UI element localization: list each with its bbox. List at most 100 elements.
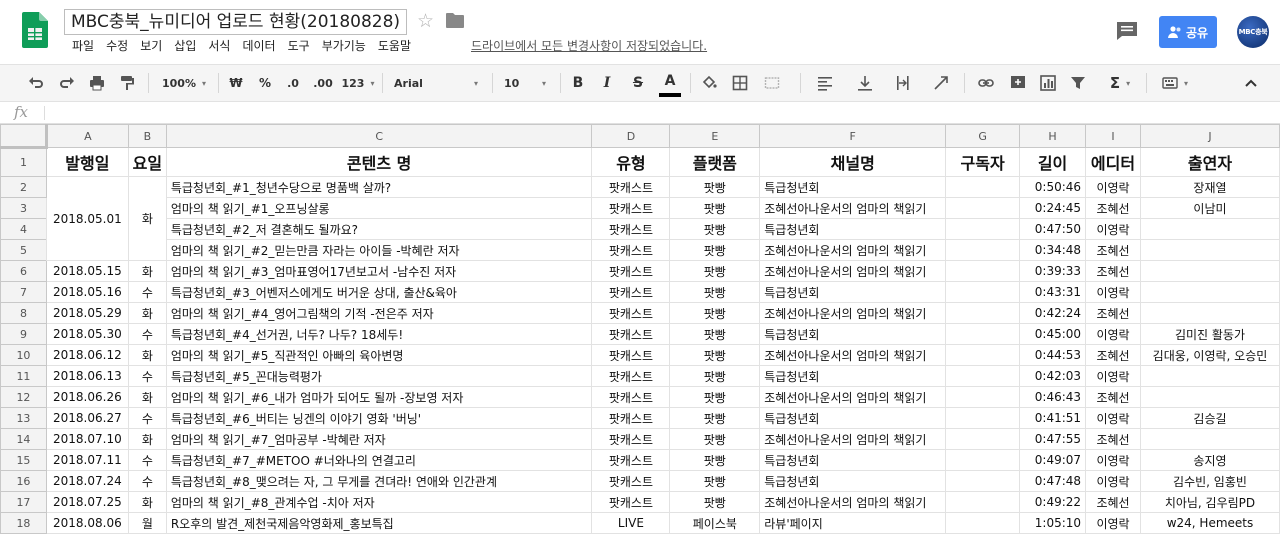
editor-cell[interactable]: 조혜선 bbox=[1085, 491, 1141, 513]
day-cell[interactable]: 화 bbox=[127, 260, 167, 282]
platform-cell[interactable]: 팟빵 bbox=[669, 302, 761, 324]
type-cell[interactable]: 팟캐스트 bbox=[591, 344, 671, 366]
editor-cell[interactable]: 이영락 bbox=[1085, 470, 1141, 492]
header-cell-channel[interactable]: 채널명 bbox=[759, 147, 947, 177]
type-cell[interactable]: 팟캐스트 bbox=[591, 239, 671, 261]
subscribers-cell[interactable] bbox=[945, 218, 1021, 240]
channel-cell[interactable]: 조혜선아나운서의 엄마의 책읽기 bbox=[759, 491, 947, 513]
row-header[interactable]: 12 bbox=[0, 386, 47, 408]
decrease-decimal-button[interactable]: .0 bbox=[282, 65, 304, 101]
type-cell[interactable]: 팟캐스트 bbox=[591, 365, 671, 387]
cast-cell[interactable]: 김수빈, 임홍빈 bbox=[1139, 470, 1280, 492]
date-cell[interactable]: 2018.07.10 bbox=[45, 428, 129, 450]
day-cell[interactable]: 화 bbox=[127, 491, 167, 513]
header-cell-title[interactable]: 콘텐츠 명 bbox=[165, 147, 593, 177]
title-cell[interactable]: R오후의 발견_제천국제음악영화제_홍보특집 bbox=[165, 512, 593, 534]
platform-cell[interactable]: 팟빵 bbox=[669, 491, 761, 513]
day-cell[interactable]: 수 bbox=[127, 323, 167, 345]
menu-edit[interactable]: 수정 bbox=[100, 38, 134, 56]
subscribers-cell[interactable] bbox=[945, 323, 1021, 345]
document-title[interactable]: MBC충북_뉴미디어 업로드 현황(20180828) bbox=[64, 9, 408, 35]
type-cell[interactable]: 팟캐스트 bbox=[591, 407, 671, 429]
spreadsheet-grid[interactable]: A B C D E F G H I J 1 발행일 요일 콘텐츠 명 유형 플랫… bbox=[0, 124, 1280, 539]
merged-date-cell[interactable]: 2018.05.01 bbox=[45, 176, 129, 261]
editor-cell[interactable]: 이영락 bbox=[1085, 281, 1141, 303]
editor-cell[interactable]: 조혜선 bbox=[1085, 344, 1141, 366]
channel-cell[interactable]: 특급청년회 bbox=[759, 407, 947, 429]
channel-cell[interactable]: 조혜선아나운서의 엄마의 책읽기 bbox=[759, 386, 947, 408]
text-color-button[interactable]: A bbox=[659, 69, 681, 97]
date-cell[interactable]: 2018.06.27 bbox=[45, 407, 129, 429]
row-header[interactable]: 6 bbox=[0, 260, 47, 282]
menu-tools[interactable]: 도구 bbox=[282, 38, 316, 56]
platform-cell[interactable]: 팟빵 bbox=[669, 407, 761, 429]
editor-cell[interactable]: 이영락 bbox=[1085, 449, 1141, 471]
row-header[interactable]: 10 bbox=[0, 344, 47, 366]
menu-insert[interactable]: 삽입 bbox=[168, 38, 202, 56]
date-cell[interactable]: 2018.07.25 bbox=[45, 491, 129, 513]
menu-file[interactable]: 파일 bbox=[66, 38, 100, 56]
subscribers-cell[interactable] bbox=[945, 302, 1021, 324]
cast-cell[interactable]: 김대웅, 이영락, 오승민 bbox=[1139, 344, 1280, 366]
type-cell[interactable]: 팟캐스트 bbox=[591, 260, 671, 282]
title-cell[interactable]: 엄마의 책 읽기_#6_내가 엄마가 되어도 될까 -장보영 저자 bbox=[165, 386, 593, 408]
header-cell-length[interactable]: 길이 bbox=[1019, 147, 1087, 177]
column-header-j[interactable]: J bbox=[1139, 124, 1280, 148]
strikethrough-button[interactable]: S bbox=[628, 65, 648, 101]
platform-cell[interactable]: 팟빵 bbox=[669, 386, 761, 408]
header-cell-editor[interactable]: 에디터 bbox=[1085, 147, 1141, 177]
print-icon[interactable] bbox=[84, 65, 110, 101]
type-cell[interactable]: 팟캐스트 bbox=[591, 281, 671, 303]
borders-icon[interactable] bbox=[728, 65, 752, 101]
cast-cell[interactable]: 장재열 bbox=[1139, 176, 1280, 198]
subscribers-cell[interactable] bbox=[945, 260, 1021, 282]
editor-cell[interactable]: 이영락 bbox=[1085, 365, 1141, 387]
subscribers-cell[interactable] bbox=[945, 176, 1021, 198]
type-cell[interactable]: 팟캐스트 bbox=[591, 302, 671, 324]
length-cell[interactable]: 0:44:53 bbox=[1019, 344, 1087, 366]
day-cell[interactable]: 월 bbox=[127, 512, 167, 534]
length-cell[interactable]: 1:05:10 bbox=[1019, 512, 1087, 534]
cast-cell[interactable]: 김승길 bbox=[1139, 407, 1280, 429]
text-rotation-icon[interactable] bbox=[924, 65, 958, 101]
channel-cell[interactable]: 조혜선아나운서의 엄마의 책읽기 bbox=[759, 344, 947, 366]
undo-icon[interactable] bbox=[24, 65, 50, 101]
length-cell[interactable]: 0:24:45 bbox=[1019, 197, 1087, 219]
insert-link-icon[interactable] bbox=[974, 65, 998, 101]
column-header-e[interactable]: E bbox=[669, 124, 761, 148]
star-icon[interactable]: ☆ bbox=[417, 11, 434, 31]
column-header-g[interactable]: G bbox=[945, 124, 1021, 148]
platform-cell[interactable]: 팟빵 bbox=[669, 239, 761, 261]
horizontal-align-icon[interactable] bbox=[808, 65, 842, 101]
cast-cell[interactable] bbox=[1139, 260, 1280, 282]
channel-cell[interactable]: 라뷰'페이지 bbox=[759, 512, 947, 534]
length-cell[interactable]: 0:43:31 bbox=[1019, 281, 1087, 303]
cast-cell[interactable]: w24, Hemeets bbox=[1139, 512, 1280, 534]
title-cell[interactable]: 특급청년회_#3_어벤저스에게도 버거운 상대, 출산&육아 bbox=[165, 281, 593, 303]
channel-cell[interactable]: 조혜선아나운서의 엄마의 책읽기 bbox=[759, 260, 947, 282]
paint-format-icon[interactable] bbox=[114, 65, 140, 101]
date-cell[interactable]: 2018.05.29 bbox=[45, 302, 129, 324]
subscribers-cell[interactable] bbox=[945, 386, 1021, 408]
header-cell-subscribers[interactable]: 구독자 bbox=[945, 147, 1021, 177]
title-cell[interactable]: 특급청년회_#5_꼰대능력평가 bbox=[165, 365, 593, 387]
editor-cell[interactable]: 조혜선 bbox=[1085, 386, 1141, 408]
platform-cell[interactable]: 팟빵 bbox=[669, 176, 761, 198]
column-header-h[interactable]: H bbox=[1019, 124, 1087, 148]
length-cell[interactable]: 0:46:43 bbox=[1019, 386, 1087, 408]
editor-cell[interactable]: 조혜선 bbox=[1085, 428, 1141, 450]
length-cell[interactable]: 0:34:48 bbox=[1019, 239, 1087, 261]
zoom-select[interactable]: 100% bbox=[156, 65, 212, 101]
header-cell-cast[interactable]: 출연자 bbox=[1139, 147, 1280, 177]
date-cell[interactable]: 2018.07.24 bbox=[45, 470, 129, 492]
channel-cell[interactable]: 특급청년회 bbox=[759, 218, 947, 240]
increase-decimal-button[interactable]: .00 bbox=[310, 65, 336, 101]
editor-cell[interactable]: 이영락 bbox=[1085, 512, 1141, 534]
type-cell[interactable]: 팟캐스트 bbox=[591, 470, 671, 492]
fill-color-icon[interactable] bbox=[697, 65, 721, 101]
subscribers-cell[interactable] bbox=[945, 281, 1021, 303]
share-button[interactable]: 공유 bbox=[1159, 16, 1217, 48]
channel-cell[interactable]: 특급청년회 bbox=[759, 323, 947, 345]
editor-cell[interactable]: 조혜선 bbox=[1085, 260, 1141, 282]
title-cell[interactable]: 엄마의 책 읽기_#5_직관적인 아빠의 육아변명 bbox=[165, 344, 593, 366]
